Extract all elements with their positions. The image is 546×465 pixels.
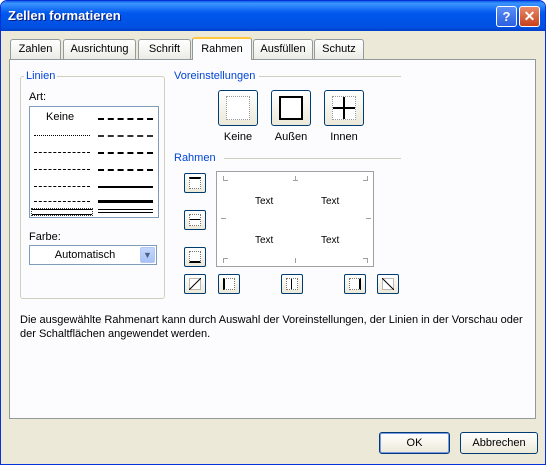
line-style-thick[interactable] (98, 200, 153, 203)
line-style-dash-dot[interactable] (34, 186, 90, 187)
diagonal-down-icon (382, 278, 394, 290)
line-style-dash-dot-dot[interactable] (34, 169, 90, 170)
color-value: Automatisch (54, 249, 116, 261)
chevron-down-icon[interactable]: ▼ (140, 247, 155, 263)
diagonal-up-icon (189, 278, 201, 290)
close-button[interactable]: ✕ (519, 6, 540, 27)
rahmen-separator (224, 158, 401, 159)
help-button[interactable]: ? (496, 6, 517, 27)
line-style-none[interactable]: Keine (46, 111, 74, 123)
preset-inside-button[interactable] (324, 90, 364, 126)
tab-zahlen[interactable]: Zahlen (10, 39, 61, 59)
description-text: Die ausgewählte Rahmenart kann durch Aus… (20, 314, 523, 340)
border-right-icon (349, 278, 361, 290)
preview-text: Text (255, 196, 274, 207)
border-top-icon (189, 177, 201, 189)
tab-rahmen[interactable]: Rahmen (192, 37, 252, 60)
tab-panel-rahmen: Linien Art: Keine Farbe: Automatisch ▼ V… (9, 59, 536, 419)
preset-outline-label: Außen (274, 131, 308, 143)
border-diagonal-down-button[interactable] (377, 274, 399, 294)
window-title: Zellen formatieren (8, 8, 121, 23)
line-style-medium-dash-dot[interactable] (98, 152, 153, 154)
border-left-icon (223, 278, 235, 290)
line-style-medium-dashed[interactable] (98, 169, 153, 171)
title-bar[interactable]: Zellen formatieren ? ✕ (1, 1, 545, 31)
farbe-label: Farbe: (29, 231, 61, 243)
tab-ausrichtung[interactable]: Ausrichtung (63, 39, 136, 59)
inside-horizontal-line (333, 107, 355, 109)
border-inside-icon (332, 96, 356, 120)
rahmen-group-label: Rahmen (172, 152, 218, 164)
cancel-button[interactable]: Abbrechen (460, 432, 538, 454)
border-preview[interactable]: Text Text Text Text (216, 171, 374, 267)
tab-ausfuellen[interactable]: Ausfüllen (253, 39, 313, 59)
presets-separator (259, 76, 401, 77)
tab-schutz[interactable]: Schutz (314, 39, 364, 59)
line-style-medium[interactable] (98, 186, 153, 188)
preview-text: Text (321, 235, 340, 246)
border-inside-horizontal-button[interactable] (184, 210, 206, 230)
line-style-dash-dot-dot-medium[interactable] (98, 118, 153, 120)
color-dropdown[interactable]: Automatisch ▼ (29, 245, 157, 265)
border-top-button[interactable] (184, 173, 206, 193)
border-inside-vertical-button[interactable] (281, 274, 303, 294)
border-diagonal-up-button[interactable] (184, 274, 206, 294)
border-right-button[interactable] (344, 274, 366, 294)
ok-button[interactable]: OK (379, 432, 450, 454)
border-inside-vertical-icon (286, 278, 298, 290)
presets-group-label: Voreinstellungen (172, 70, 258, 82)
line-style-list[interactable]: Keine (29, 106, 159, 218)
border-left-button[interactable] (218, 274, 240, 294)
preview-text: Text (321, 196, 340, 207)
line-style-dashed[interactable] (34, 201, 90, 202)
dialog-window: Zellen formatieren ? ✕ Zahlen Ausrichtun… (0, 0, 546, 465)
tab-schrift[interactable]: Schrift (138, 39, 191, 59)
border-inside-horizontal-icon (189, 214, 201, 226)
art-label: Art: (29, 91, 47, 103)
linien-group-label: Linien (24, 70, 58, 82)
preview-text: Text (255, 235, 274, 246)
border-none-icon (226, 96, 250, 120)
border-bottom-icon (189, 251, 201, 263)
preset-none-label: Keine (223, 131, 253, 143)
preset-inside-label: Innen (330, 131, 358, 143)
line-style-dotted[interactable] (34, 152, 90, 153)
border-outline-icon (279, 96, 303, 120)
line-style-hair[interactable] (34, 135, 90, 136)
preset-none-button[interactable] (218, 90, 258, 126)
line-style-thin-selected[interactable] (31, 208, 93, 216)
line-style-slanted-dash-dot[interactable] (98, 135, 153, 137)
border-bottom-button[interactable] (184, 247, 206, 267)
preset-outline-button[interactable] (271, 90, 311, 126)
line-style-double[interactable] (98, 209, 153, 213)
